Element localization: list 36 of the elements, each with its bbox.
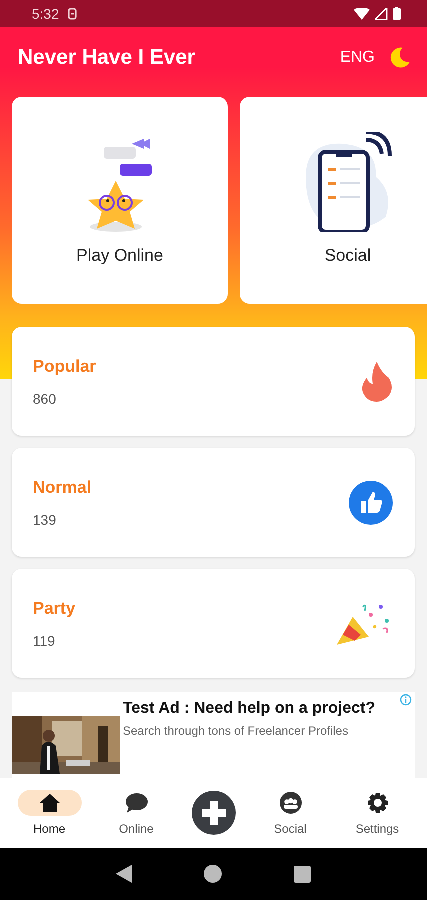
add-button[interactable] [192,791,236,835]
app-title: Never Have I Ever [18,46,196,70]
feature-card[interactable]: Play Online [12,97,228,304]
ad-title: Test Ad : Need help on a project? [123,700,376,718]
settings-icon [368,793,388,813]
ad-banner[interactable]: Test Ad : Need help on a project? Search through tons of Freelancer Profiles [12,692,415,778]
nav-tab[interactable]: Settings [346,790,410,836]
category-title: Normal [33,478,93,498]
status-time: 5:32 [32,6,60,22]
nav-tab[interactable]: Social [258,790,322,836]
sim-card-icon [68,8,78,20]
category-card[interactable]: Popular 860 [12,327,415,436]
thumbs-up-icon [349,480,393,524]
feature-card[interactable]: Social [240,97,427,304]
signal-icon [375,8,388,20]
home-icon [40,794,60,812]
back-icon[interactable] [116,865,132,883]
home-circle-icon[interactable] [204,865,222,883]
moon-icon[interactable] [389,47,411,69]
nav-tab[interactable]: Online [104,790,168,836]
recents-icon[interactable] [294,866,311,882]
category-card[interactable]: Normal 139 [12,448,415,557]
category-title: Popular [33,356,98,376]
category-count: 119 [33,632,56,648]
flame-icon [361,362,393,402]
language-button[interactable]: ENG [340,49,375,67]
chat-bubble-icon [126,793,148,813]
category-count: 860 [33,390,58,406]
plus-icon [202,801,226,825]
ad-description: Search through tons of Freelancer Profiles [123,724,350,738]
group-icon [280,792,302,814]
category-card[interactable]: Party 119 [12,569,415,678]
wifi-icon [354,8,370,20]
battery-icon [393,7,401,20]
category-count: 139 [33,512,58,528]
category-title: Party [33,598,77,618]
